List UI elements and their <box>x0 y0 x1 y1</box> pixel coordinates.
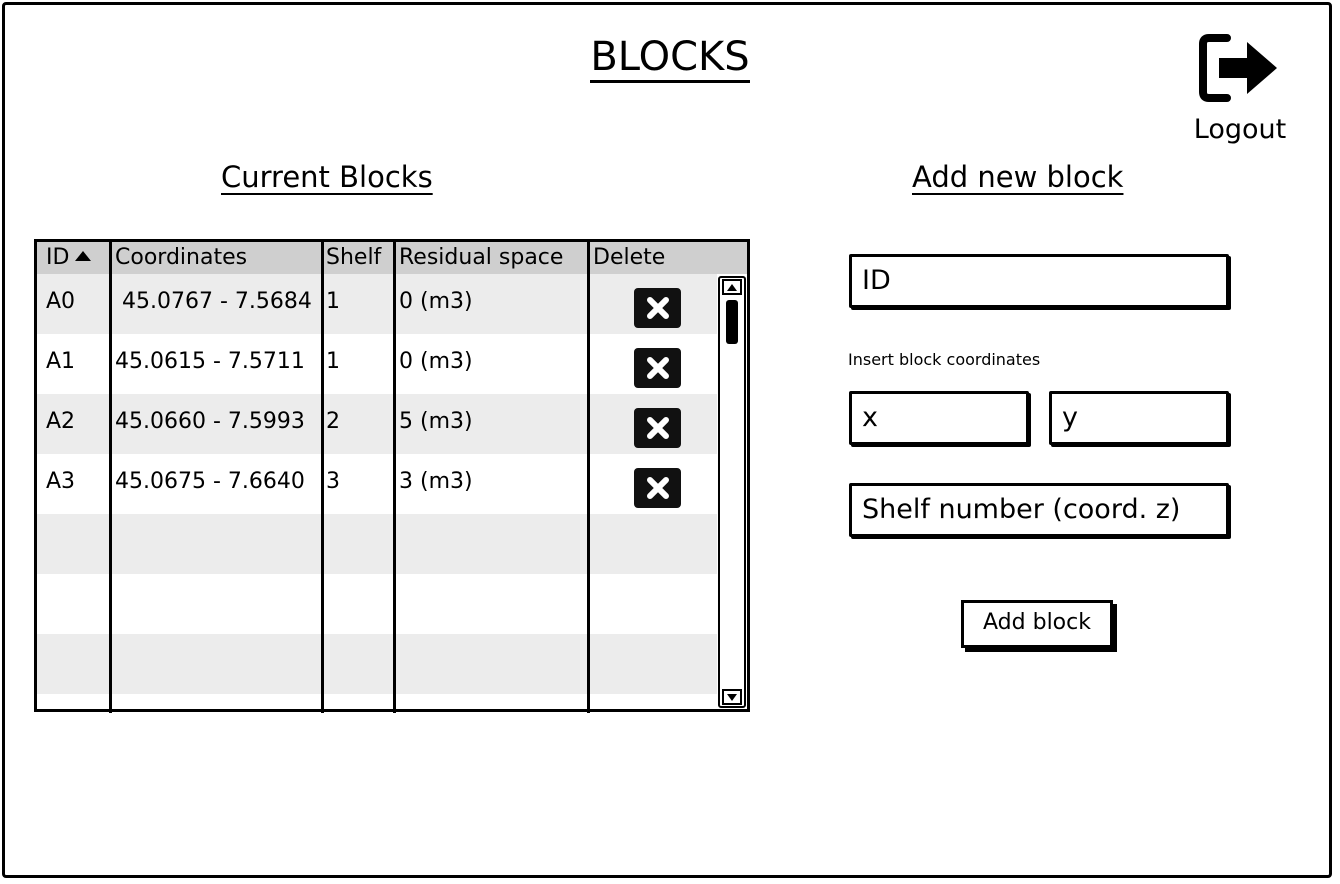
delete-button[interactable] <box>634 468 681 508</box>
delete-x-icon <box>646 297 669 319</box>
column-header-id[interactable]: ID <box>46 245 92 270</box>
cell-coordinates: 45.0615 - 7.5711 <box>115 349 305 374</box>
table-row-empty <box>37 574 717 634</box>
page-title: BLOCKS <box>0 34 1340 83</box>
cell-shelf: 3 <box>326 469 340 494</box>
logout-button[interactable]: Logout <box>1185 32 1295 145</box>
scroll-down-button[interactable] <box>722 689 742 705</box>
scroll-thumb[interactable] <box>726 300 738 344</box>
column-divider <box>587 242 590 713</box>
cell-residual: 0 (m3) <box>399 289 473 314</box>
cell-id: A2 <box>46 409 76 434</box>
coordinates-hint: Insert block coordinates <box>848 350 1041 369</box>
cell-id: A0 <box>46 289 76 314</box>
add-block-button[interactable]: Add block <box>961 600 1113 648</box>
table-scrollbar[interactable] <box>718 276 746 708</box>
id-input[interactable]: ID <box>849 254 1229 308</box>
delete-button[interactable] <box>634 348 681 388</box>
cell-coordinates: 45.0675 - 7.6640 <box>115 469 305 494</box>
column-header-delete[interactable]: Delete <box>593 245 665 270</box>
delete-button[interactable] <box>634 408 681 448</box>
table-row-empty <box>37 514 717 574</box>
logout-icon <box>1199 34 1277 102</box>
current-blocks-title: Current Blocks <box>221 160 433 194</box>
cell-residual: 0 (m3) <box>399 349 473 374</box>
table-row-empty <box>37 634 717 694</box>
y-coordinate-input[interactable]: y <box>1049 391 1229 445</box>
cell-residual: 5 (m3) <box>399 409 473 434</box>
delete-button[interactable] <box>634 288 681 328</box>
x-coordinate-input[interactable]: x <box>849 391 1029 445</box>
add-block-title: Add new block <box>912 160 1124 194</box>
table-header: ID Coordinates Shelf Residual space Dele… <box>37 242 747 274</box>
scroll-up-button[interactable] <box>722 279 742 295</box>
table-row[interactable]: A0 45.0767 - 7.5684 1 0 (m3) <box>37 274 717 334</box>
cell-residual: 3 (m3) <box>399 469 473 494</box>
sort-ascending-icon[interactable] <box>75 251 92 261</box>
column-divider <box>393 242 396 713</box>
cell-coordinates: 45.0767 - 7.5684 <box>122 289 312 314</box>
table-row[interactable]: A2 45.0660 - 7.5993 2 5 (m3) <box>37 394 717 454</box>
cell-shelf: 1 <box>326 349 340 374</box>
column-divider <box>109 242 112 713</box>
delete-x-icon <box>646 417 669 439</box>
cell-shelf: 1 <box>326 289 340 314</box>
column-header-coordinates[interactable]: Coordinates <box>115 245 247 270</box>
cell-shelf: 2 <box>326 409 340 434</box>
cell-id: A1 <box>46 349 76 374</box>
cell-id: A3 <box>46 469 76 494</box>
delete-x-icon <box>646 477 669 499</box>
cell-coordinates: 45.0660 - 7.5993 <box>115 409 305 434</box>
table-row[interactable]: A1 45.0615 - 7.5711 1 0 (m3) <box>37 334 717 394</box>
blocks-table: ID Coordinates Shelf Residual space Dele… <box>34 239 750 713</box>
arrow-down-icon <box>727 694 737 701</box>
shelf-number-input[interactable]: Shelf number (coord. z) <box>849 483 1229 537</box>
delete-x-icon <box>646 357 669 379</box>
logout-label: Logout <box>1193 114 1287 145</box>
arrow-up-icon <box>727 284 737 291</box>
column-header-shelf[interactable]: Shelf <box>326 245 381 270</box>
column-divider <box>321 242 324 713</box>
table-row[interactable]: A3 45.0675 - 7.6640 3 3 (m3) <box>37 454 717 514</box>
column-header-residual-space[interactable]: Residual space <box>399 245 563 270</box>
